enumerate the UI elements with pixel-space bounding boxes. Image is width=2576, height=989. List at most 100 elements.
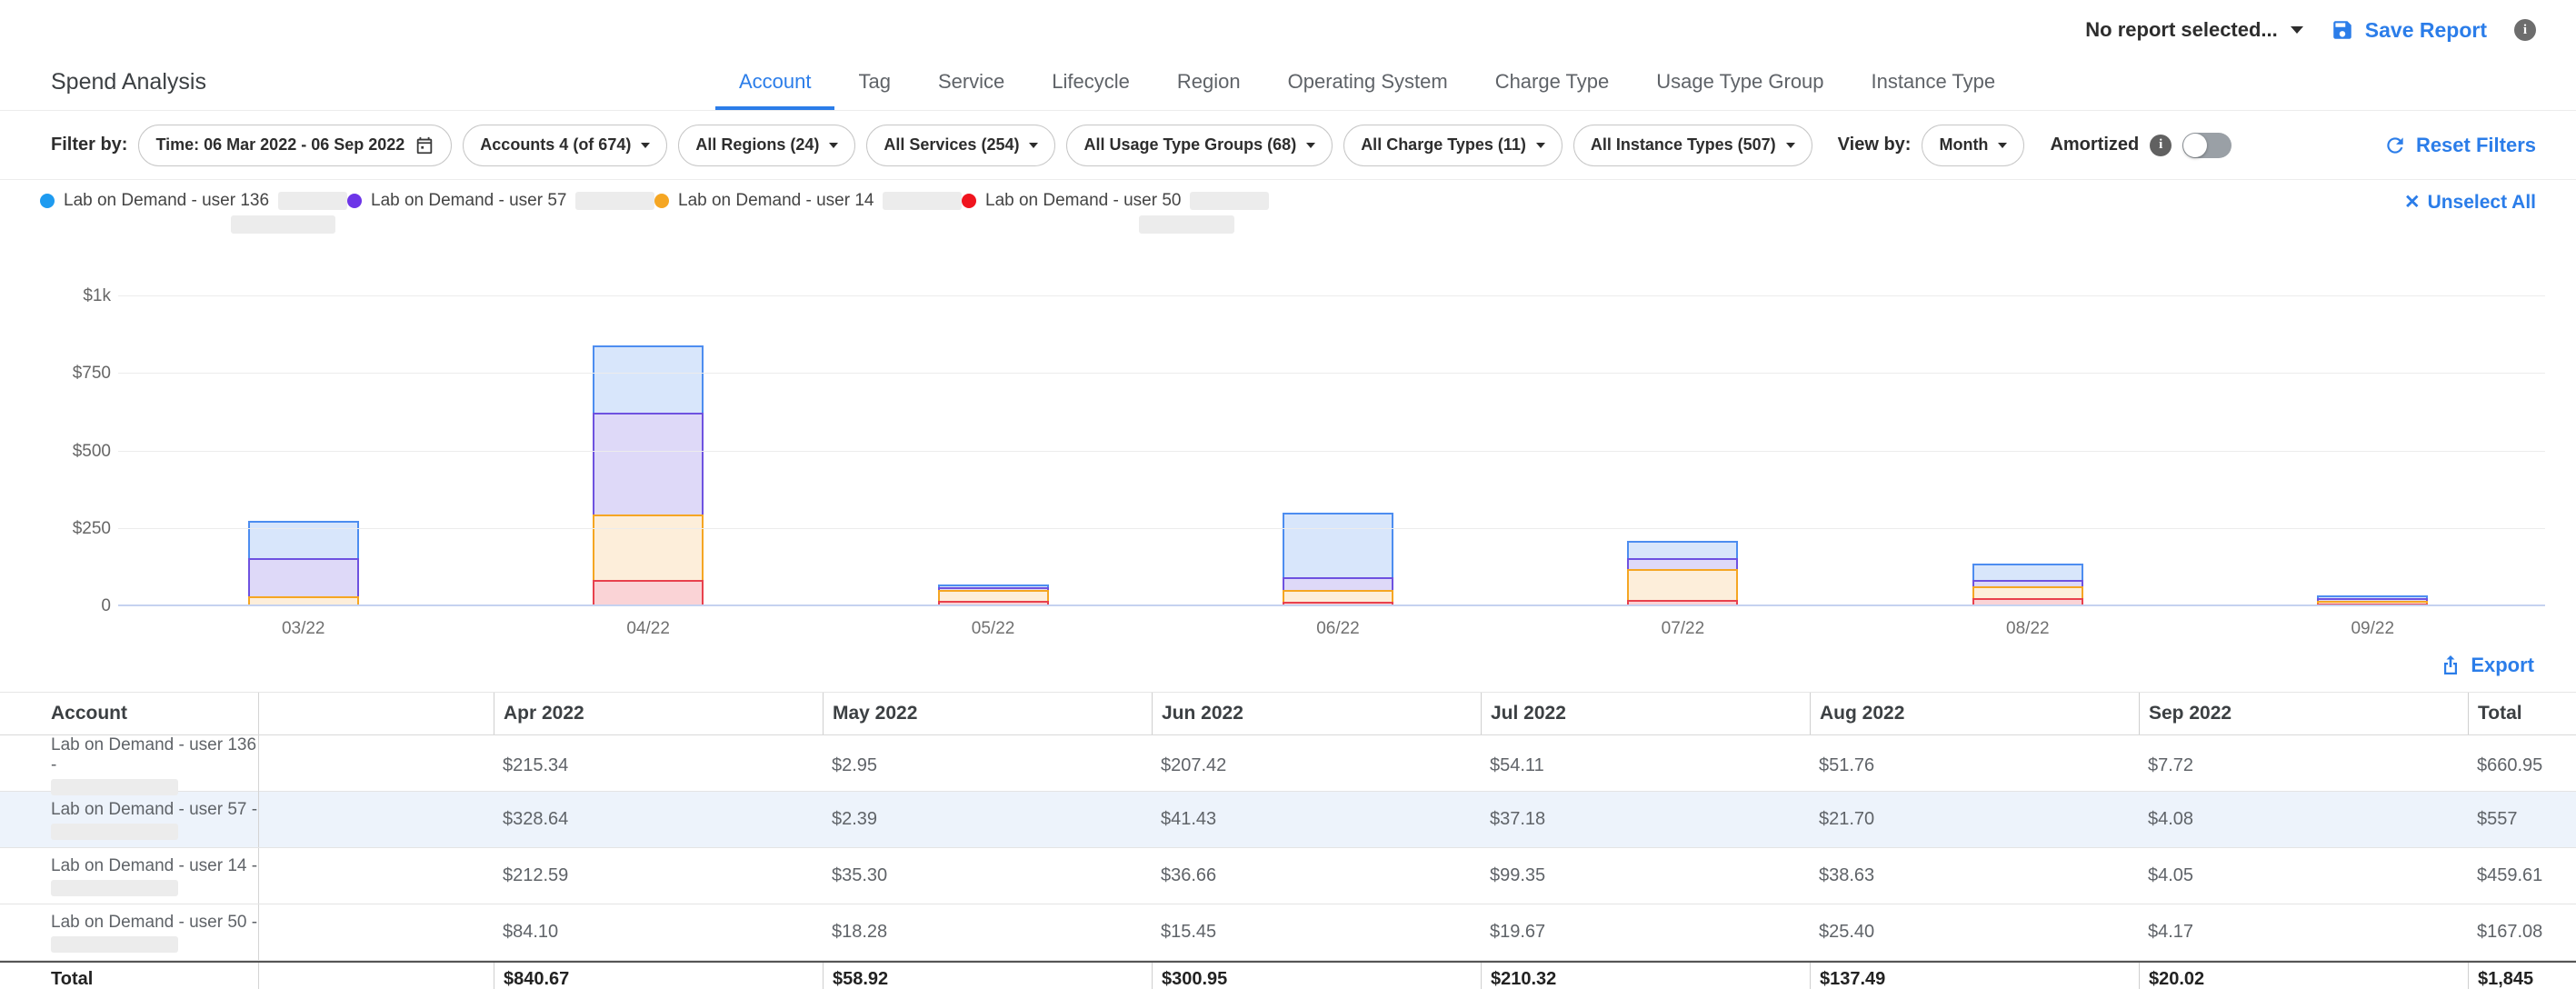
column-header-account: Account — [0, 693, 259, 734]
bar-05-22[interactable] — [938, 584, 1049, 606]
account-cell: Lab on Demand - user 50 - — [0, 904, 259, 960]
cell-jun-2022: $207.42 — [1152, 735, 1481, 795]
cell-aug-2022: $51.76 — [1810, 735, 2139, 795]
legend-item-lab-on-demand-user-57[interactable]: Lab on Demand - user 57 — [347, 191, 654, 234]
bar-segment-lab-on-demand-user-57[interactable] — [1283, 577, 1393, 590]
top-bar: No report selected... Save Report i — [0, 0, 2576, 51]
bar-segment-lab-on-demand-user-14[interactable] — [593, 514, 704, 580]
bar-04-22[interactable] — [593, 345, 704, 606]
legend-label: Lab on Demand - user 57 — [371, 191, 566, 211]
table-row-lab-on-demand-user-136[interactable]: Lab on Demand - user 136 -$215.34$2.95$2… — [0, 735, 2576, 792]
account-name: Lab on Demand - user 50 - — [51, 913, 257, 933]
filter-pill-accounts[interactable]: Accounts 4 (of 674) — [463, 125, 667, 166]
legend-label: Lab on Demand - user 14 — [678, 191, 874, 211]
y-tick-label: $750 — [73, 364, 111, 384]
bar-segment-lab-on-demand-user-14[interactable] — [938, 590, 1049, 601]
bar-segment-lab-on-demand-user-57[interactable] — [593, 413, 704, 514]
calendar-icon — [414, 135, 434, 155]
bar-group-09-22 — [2201, 255, 2545, 606]
tab-usage-type-group[interactable]: Usage Type Group — [1632, 70, 1847, 110]
unselect-all-label: Unselect All — [2428, 192, 2536, 214]
redacted-text — [51, 824, 178, 840]
chevron-down-icon — [1998, 143, 2007, 148]
table-row-lab-on-demand-user-14[interactable]: Lab on Demand - user 14 -$212.59$35.30$3… — [0, 848, 2576, 904]
filter-pill-label: All Regions (24) — [695, 135, 819, 155]
filter-pill-regions[interactable]: All Regions (24) — [678, 125, 855, 166]
bar-segment-lab-on-demand-user-57[interactable] — [1627, 558, 1738, 570]
bar-segment-lab-on-demand-user-14[interactable] — [1972, 586, 2083, 598]
account-name: Lab on Demand - user 57 - — [51, 800, 257, 820]
bar-segment-lab-on-demand-user-136[interactable] — [1972, 564, 2083, 580]
cell-total: $660.95 — [2468, 735, 2576, 795]
bar-group-08-22 — [1855, 255, 2200, 606]
bar-segment-lab-on-demand-user-136[interactable] — [248, 521, 359, 558]
bar-segment-lab-on-demand-user-14[interactable] — [1627, 569, 1738, 600]
filter-pill-instance-types[interactable]: All Instance Types (507) — [1573, 125, 1812, 166]
save-report-button[interactable]: Save Report — [2331, 18, 2487, 43]
bar-group-05-22 — [821, 255, 1165, 606]
bar-08-22[interactable] — [1972, 564, 2083, 606]
bar-segment-lab-on-demand-user-136[interactable] — [1627, 541, 1738, 557]
bar-group-06-22 — [1165, 255, 1510, 606]
cell-spacer — [259, 904, 494, 960]
legend-row: Lab on Demand - user 136 Lab on Demand - … — [0, 180, 2576, 242]
tab-tag[interactable]: Tag — [834, 70, 914, 110]
filter-pill-time-range[interactable]: Time: 06 Mar 2022 - 06 Sep 2022 — [138, 125, 452, 166]
tab-charge-type[interactable]: Charge Type — [1472, 70, 1633, 110]
cell-may-2022: $18.28 — [823, 904, 1152, 960]
export-button[interactable]: Export — [2440, 654, 2534, 677]
bar-07-22[interactable] — [1627, 541, 1738, 606]
bar-segment-lab-on-demand-user-57[interactable] — [1972, 580, 2083, 586]
cell-spacer — [259, 963, 494, 989]
redacted-text — [278, 192, 347, 210]
table-row-lab-on-demand-user-57[interactable]: Lab on Demand - user 57 -$328.64$2.39$41… — [0, 792, 2576, 848]
bar-segment-lab-on-demand-user-136[interactable] — [1283, 513, 1393, 577]
bar-segment-lab-on-demand-user-57[interactable] — [248, 558, 359, 595]
filter-pill-services[interactable]: All Services (254) — [866, 125, 1055, 166]
x-tick-label: 03/22 — [131, 619, 475, 639]
legend-item-lab-on-demand-user-136[interactable]: Lab on Demand - user 136 — [40, 191, 347, 234]
bar-segment-lab-on-demand-user-136[interactable] — [593, 345, 704, 412]
tab-instance-type[interactable]: Instance Type — [1848, 70, 2020, 110]
cell-aug-2022: $25.40 — [1810, 904, 2139, 960]
cell-jun-2022: $41.43 — [1152, 792, 1481, 847]
export-label: Export — [2471, 654, 2534, 677]
x-axis: 03/2204/2205/2206/2207/2208/2209/22 — [131, 619, 2545, 639]
column-header-total: Total — [2468, 693, 2576, 734]
cell-jul-2022: $19.67 — [1481, 904, 1810, 960]
amortized-toggle[interactable] — [2182, 133, 2232, 158]
export-icon — [2440, 654, 2461, 676]
tab-region[interactable]: Region — [1153, 70, 1264, 110]
legend-dot — [962, 194, 976, 208]
table-total-row: Total$840.67$58.92$300.95$210.32$137.49$… — [0, 961, 2576, 989]
bar-segment-lab-on-demand-user-14[interactable] — [1283, 590, 1393, 602]
redacted-text — [51, 880, 178, 896]
filter-pill-charge-types[interactable]: All Charge Types (11) — [1343, 125, 1563, 166]
view-by-dropdown[interactable]: Month — [1922, 125, 2024, 166]
tab-operating-system[interactable]: Operating System — [1264, 70, 1472, 110]
tab-account[interactable]: Account — [715, 70, 835, 110]
tab-service[interactable]: Service — [914, 70, 1028, 110]
save-report-label: Save Report — [2365, 18, 2487, 43]
filter-by-label: Filter by: — [51, 135, 127, 155]
legend-label: Lab on Demand - user 50 — [985, 191, 1181, 211]
y-tick-label: $500 — [73, 442, 111, 462]
info-icon[interactable]: i — [2514, 19, 2536, 41]
legend-item-lab-on-demand-user-14[interactable]: Lab on Demand - user 14 — [654, 191, 962, 234]
tab-lifecycle[interactable]: Lifecycle — [1028, 70, 1153, 110]
view-by-value: Month — [1939, 135, 1988, 155]
legend-item-lab-on-demand-user-50[interactable]: Lab on Demand - user 50 — [962, 191, 1269, 234]
filter-pill-usage-type-groups[interactable]: All Usage Type Groups (68) — [1066, 125, 1333, 166]
bar-03-22[interactable] — [248, 521, 359, 606]
y-tick-label: $1k — [83, 286, 111, 306]
chevron-down-icon — [1306, 143, 1315, 148]
cell-total: $459.61 — [2468, 848, 2576, 904]
reset-filters-button[interactable]: Reset Filters — [2383, 134, 2536, 157]
report-selector-dropdown[interactable]: No report selected... — [2085, 18, 2303, 42]
table-row-lab-on-demand-user-50[interactable]: Lab on Demand - user 50 -$84.10$18.28$15… — [0, 904, 2576, 961]
bar-segment-lab-on-demand-user-50[interactable] — [593, 580, 704, 606]
total-apr-2022: $840.67 — [494, 963, 823, 989]
unselect-all-button[interactable]: ✕ Unselect All — [2404, 191, 2536, 214]
info-icon[interactable]: i — [2150, 135, 2172, 156]
redacted-text — [1190, 192, 1269, 210]
